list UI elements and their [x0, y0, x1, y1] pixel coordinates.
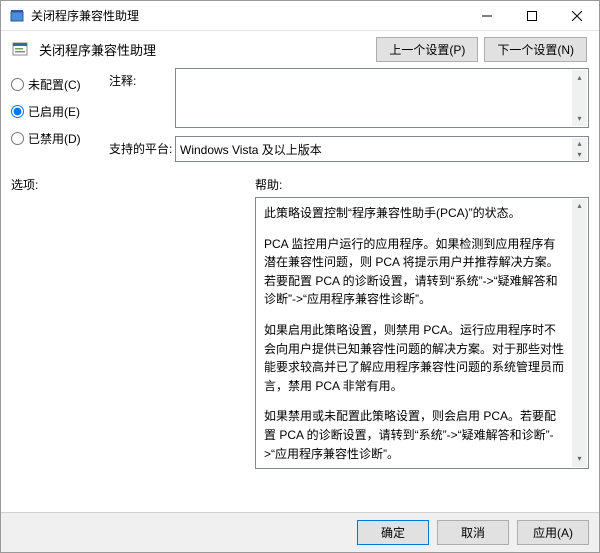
- help-paragraph: 如果启用此策略设置，则禁用 PCA。运行应用程序时不会向用户提供已知兼容性问题的…: [264, 321, 566, 395]
- platform-box: Windows Vista 及以上版本 ▴ ▾: [175, 136, 589, 162]
- help-paragraph: 此策略设置控制“程序兼容性助手(PCA)”的状态。: [264, 204, 566, 223]
- radio-disabled-input[interactable]: [11, 132, 24, 145]
- platform-scrollbar[interactable]: ▴ ▾: [572, 138, 587, 160]
- help-paragraph: 如果禁用或未配置此策略设置，则会启用 PCA。若要配置 PCA 的诊断设置，请转…: [264, 407, 566, 463]
- window-title: 关闭程序兼容性助理: [31, 7, 464, 24]
- content: 未配置(C) 已启用(E) 已禁用(D) 注释: ▴ ▾: [1, 68, 599, 512]
- header: 关闭程序兼容性助理 上一个设置(P) 下一个设置(N): [1, 31, 599, 68]
- comment-label: 注释:: [109, 68, 169, 89]
- help-paragraph: PCA 监控用户运行的应用程序。如果检测到应用程序有潜在兼容性问题，则 PCA …: [264, 235, 566, 309]
- comment-scrollbar[interactable]: ▴ ▾: [572, 70, 587, 126]
- platform-label: 支持的平台:: [109, 136, 169, 157]
- titlebar: 关闭程序兼容性助理: [1, 1, 599, 31]
- minimize-button[interactable]: [464, 1, 509, 30]
- policy-icon: [11, 40, 31, 60]
- scroll-up-icon[interactable]: ▴: [572, 199, 587, 214]
- comment-textarea[interactable]: ▴ ▾: [175, 68, 589, 128]
- prev-setting-button[interactable]: 上一个设置(P): [376, 37, 478, 62]
- scroll-down-icon[interactable]: ▾: [572, 452, 587, 467]
- cancel-button[interactable]: 取消: [437, 520, 509, 545]
- scroll-up-icon[interactable]: ▴: [572, 138, 587, 149]
- radio-not-configured-label: 未配置(C): [28, 76, 81, 93]
- scroll-down-icon[interactable]: ▾: [572, 149, 587, 160]
- options-label: 选项:: [11, 176, 255, 193]
- apply-button[interactable]: 应用(A): [517, 520, 589, 545]
- radio-not-configured-input[interactable]: [11, 78, 24, 91]
- close-button[interactable]: [554, 1, 599, 30]
- radio-enabled-label: 已启用(E): [28, 103, 80, 120]
- help-scrollbar[interactable]: ▴ ▾: [572, 199, 587, 467]
- radio-enabled[interactable]: 已启用(E): [11, 103, 99, 120]
- window-controls: [464, 1, 599, 30]
- scroll-down-icon[interactable]: ▾: [572, 111, 587, 126]
- app-icon: [9, 8, 25, 24]
- radio-disabled[interactable]: 已禁用(D): [11, 130, 99, 147]
- platform-value: Windows Vista 及以上版本: [180, 141, 322, 158]
- state-radio-group: 未配置(C) 已启用(E) 已禁用(D): [11, 68, 99, 162]
- scroll-up-icon[interactable]: ▴: [572, 70, 587, 85]
- help-text-box[interactable]: 此策略设置控制“程序兼容性助手(PCA)”的状态。 PCA 监控用户运行的应用程…: [255, 197, 589, 469]
- ok-button[interactable]: 确定: [357, 520, 429, 545]
- section-labels: 选项: 帮助:: [11, 176, 589, 193]
- next-setting-button[interactable]: 下一个设置(N): [484, 37, 587, 62]
- radio-enabled-input[interactable]: [11, 105, 24, 118]
- maximize-button[interactable]: [509, 1, 554, 30]
- dialog-footer: 确定 取消 应用(A): [1, 512, 599, 552]
- radio-disabled-label: 已禁用(D): [28, 130, 81, 147]
- page-title: 关闭程序兼容性助理: [39, 40, 368, 59]
- help-label: 帮助:: [255, 176, 282, 193]
- radio-not-configured[interactable]: 未配置(C): [11, 76, 99, 93]
